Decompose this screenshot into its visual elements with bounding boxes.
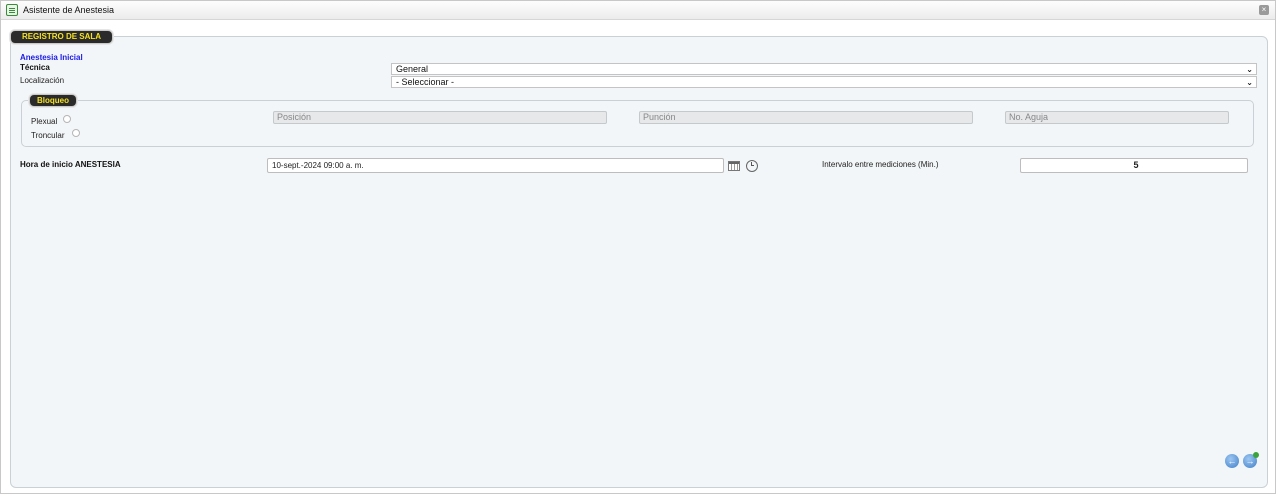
intervalo-label: Intervalo entre mediciones (Min.) — [822, 160, 939, 169]
title-bar: Asistente de Anestesia × — [1, 1, 1275, 20]
tecnica-select[interactable]: General ⌄ — [391, 63, 1257, 75]
troncular-radio[interactable] — [72, 129, 80, 137]
anestesia-inicial-heading: Anestesia Inicial — [20, 53, 83, 62]
close-button[interactable]: × — [1259, 5, 1269, 15]
next-arrow-icon[interactable]: → — [1243, 452, 1259, 468]
back-arrow-icon[interactable]: ← — [1225, 454, 1239, 468]
hora-inicio-input[interactable]: 10-sept.-2024 09:00 a. m. — [267, 158, 724, 173]
assistant-window: Asistente de Anestesia × REGISTRO DE SAL… — [0, 0, 1276, 494]
intervalo-input[interactable]: 5 — [1020, 158, 1248, 173]
bloqueo-legend: Bloqueo — [29, 94, 77, 107]
posicion-input[interactable]: Posición — [273, 111, 607, 124]
localizacion-label: Localización — [20, 76, 65, 85]
clock-icon[interactable] — [746, 160, 758, 172]
localizacion-select[interactable]: - Seleccionar - ⌄ — [391, 76, 1257, 88]
window-title: Asistente de Anestesia — [23, 5, 115, 15]
chevron-down-icon: ⌄ — [1246, 78, 1253, 87]
localizacion-select-value: - Seleccionar - — [396, 77, 455, 87]
chevron-down-icon: ⌄ — [1246, 65, 1253, 74]
plexual-label: Plexual — [31, 117, 58, 126]
puncion-input[interactable]: Punción — [639, 111, 973, 124]
registro-sala-legend: REGISTRO DE SALA — [10, 30, 113, 44]
tecnica-select-value: General — [396, 64, 429, 74]
form-icon — [6, 4, 18, 16]
no-aguja-input[interactable]: No. Aguja — [1005, 111, 1229, 124]
tecnica-label: Técnica — [20, 63, 50, 72]
plexual-radio[interactable] — [63, 115, 71, 123]
hora-inicio-label: Hora de inicio ANESTESIA — [20, 160, 121, 169]
troncular-label: Troncular — [31, 131, 65, 140]
calendar-icon[interactable] — [728, 161, 740, 171]
